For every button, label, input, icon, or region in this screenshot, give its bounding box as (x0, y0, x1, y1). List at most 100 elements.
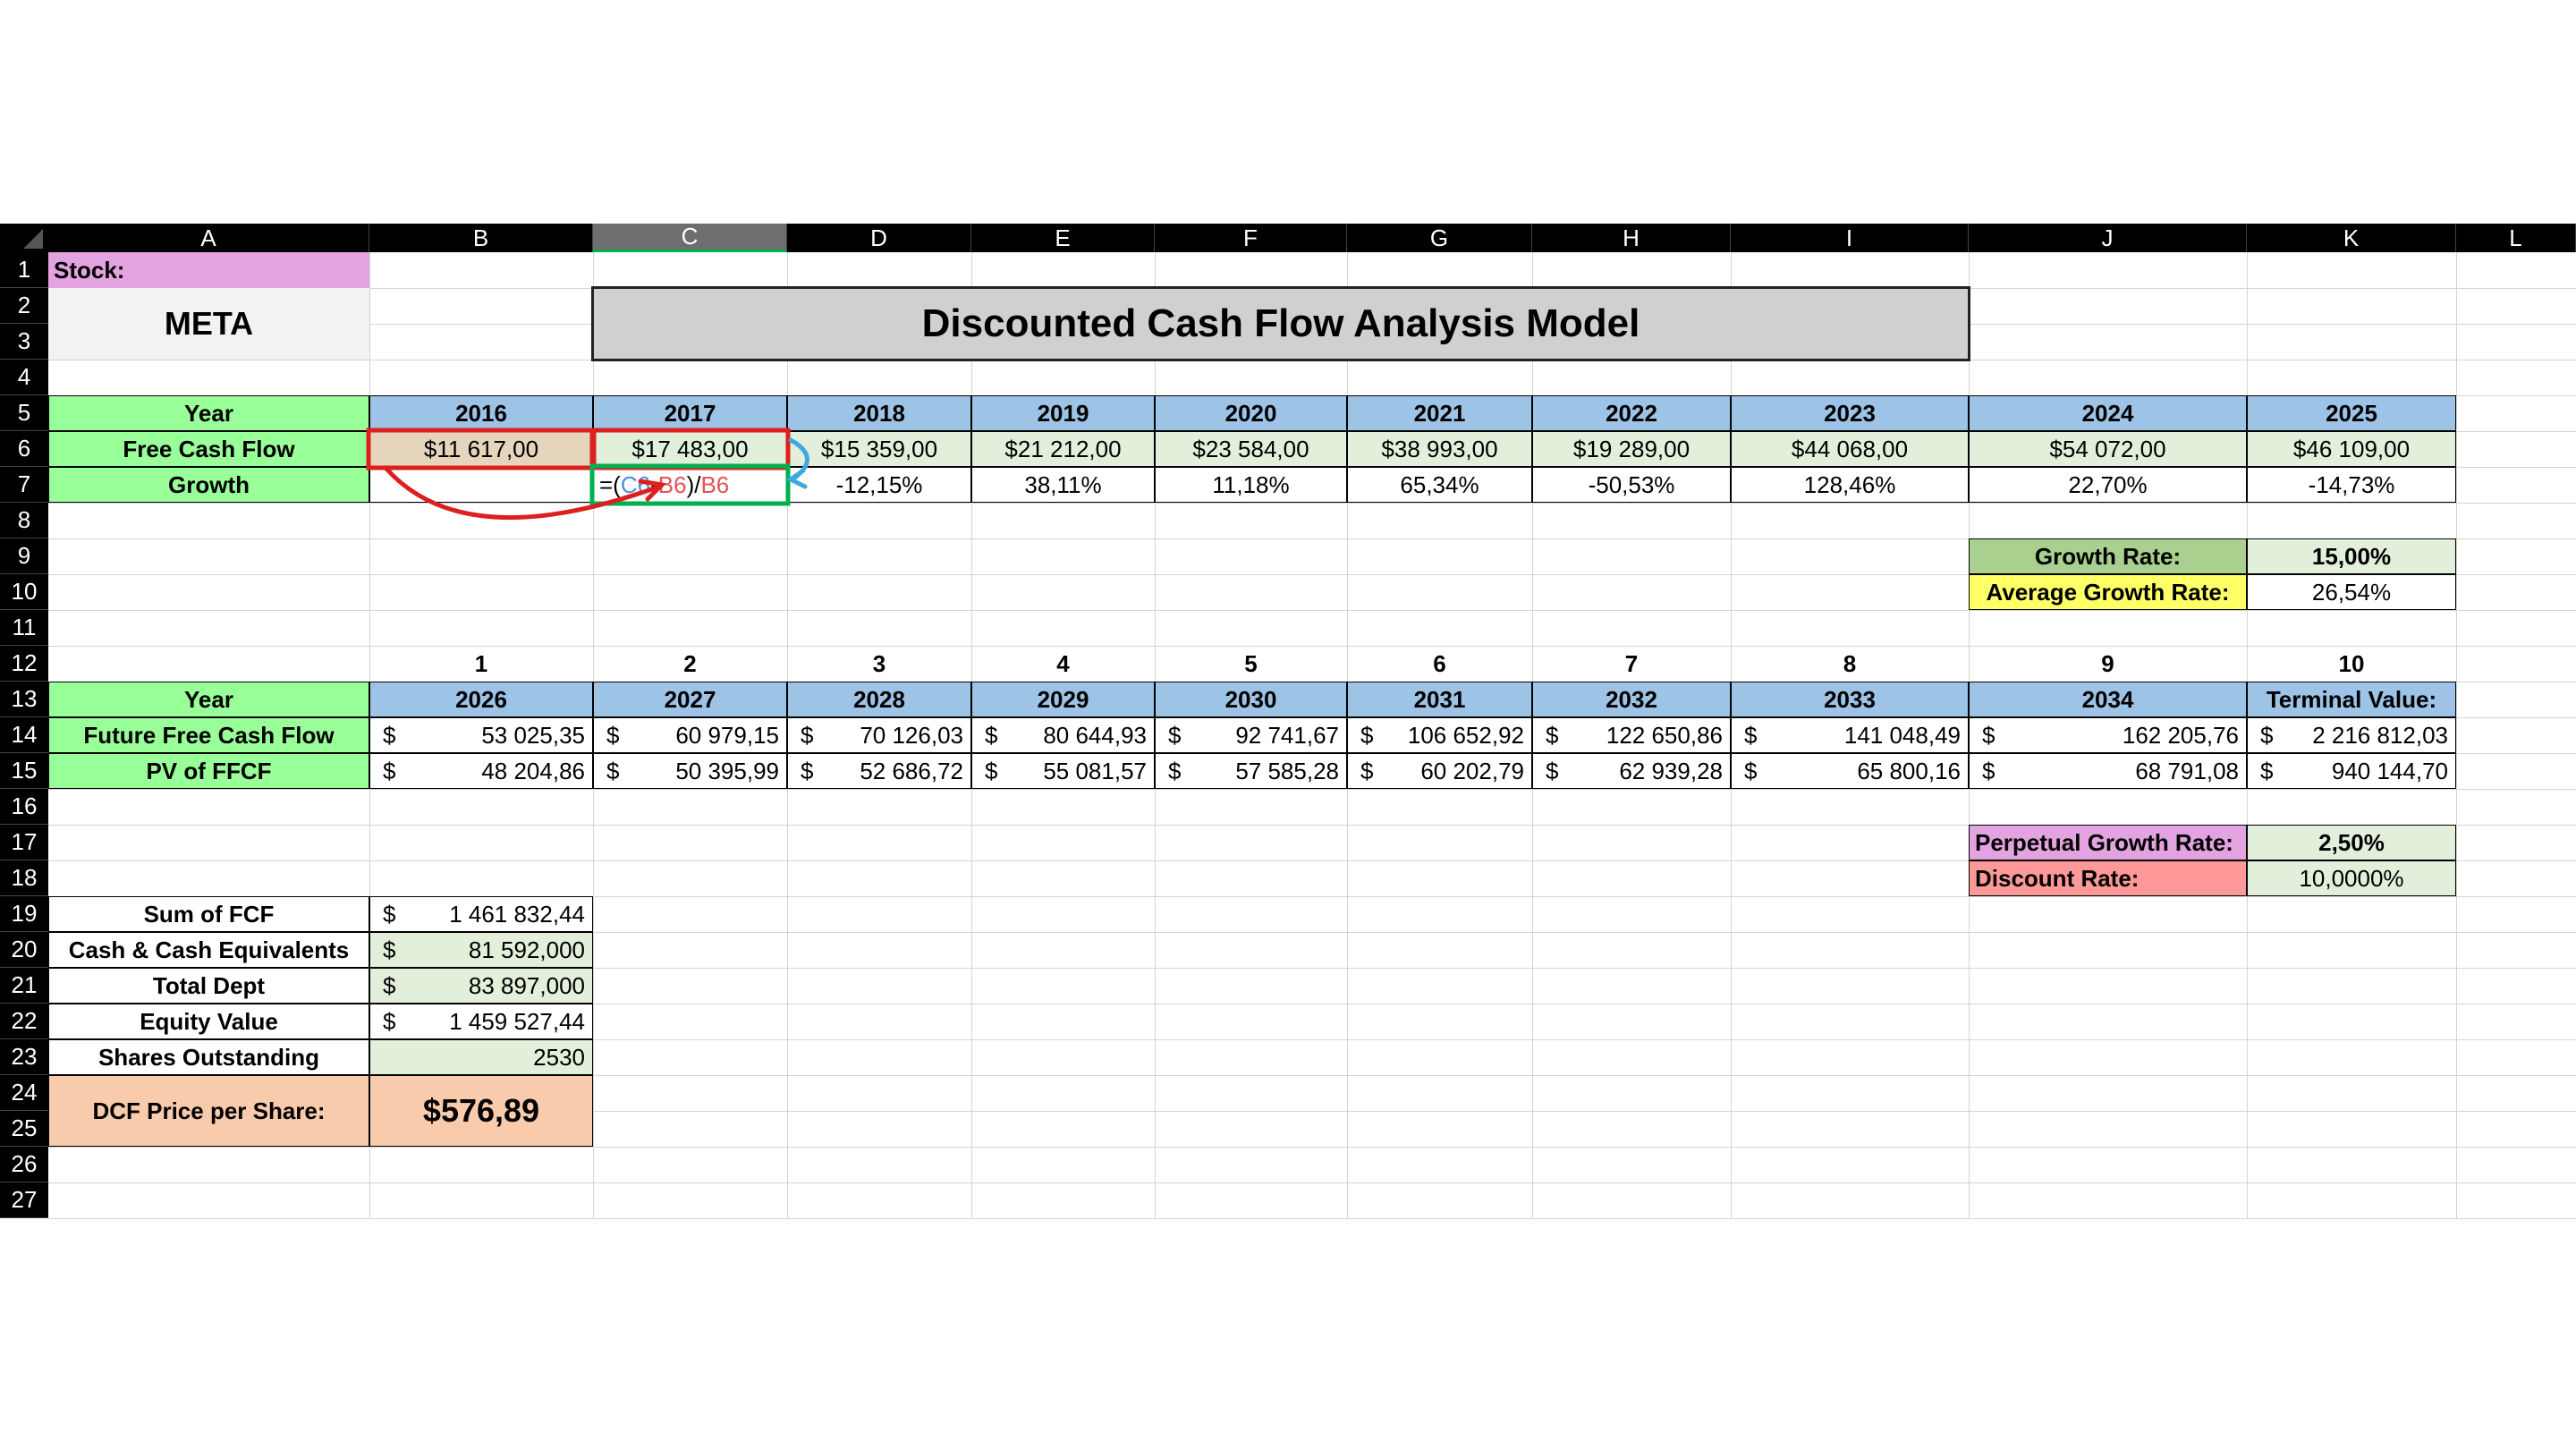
row-header-11[interactable]: 11 (0, 610, 48, 646)
row-header-26[interactable]: 26 (0, 1147, 48, 1182)
period-8[interactable]: 8 (1731, 646, 1969, 682)
pv-value-6[interactable]: 60 202,79 $ (1347, 753, 1532, 789)
summary-label-1[interactable]: Sum of FCF (48, 896, 369, 932)
ffcf-value-6[interactable]: 106 652,92 $ (1347, 717, 1532, 753)
projection-year-10[interactable]: Terminal Value: (2247, 682, 2456, 717)
period-10[interactable]: 10 (2247, 646, 2456, 682)
history-fcf-2024[interactable]: $54 072,00 (1969, 431, 2247, 467)
history-year-2021[interactable]: 2021 (1347, 395, 1532, 431)
history-growth-2016[interactable] (369, 467, 593, 503)
period-2[interactable]: 2 (593, 646, 787, 682)
column-header-a[interactable]: A (48, 224, 369, 252)
discount-rate-label[interactable]: Discount Rate: (1969, 860, 2247, 896)
growth-rate-label[interactable]: Growth Rate: (1969, 538, 2247, 574)
summary-value-1[interactable]: 1 461 832,44 $ (369, 896, 593, 932)
column-header-c[interactable]: C (593, 223, 787, 252)
history-fcf-2019[interactable]: $21 212,00 (971, 431, 1155, 467)
column-header-i[interactable]: I (1731, 224, 1969, 252)
projection-year-8[interactable]: 2033 (1731, 682, 1969, 717)
summary-value-4[interactable]: 1 459 527,44 $ (369, 1004, 593, 1039)
select-all-corner[interactable] (0, 224, 48, 252)
pv-value-1[interactable]: 48 204,86 $ (369, 753, 593, 789)
period-7[interactable]: 7 (1532, 646, 1731, 682)
ffcf-value-9[interactable]: 162 205,76 $ (1969, 717, 2247, 753)
column-header-b[interactable]: B (369, 224, 593, 252)
period-4[interactable]: 4 (971, 646, 1155, 682)
history-growth-2021[interactable]: 65,34% (1347, 467, 1532, 503)
column-header-j[interactable]: J (1969, 224, 2247, 252)
history-growth-2020[interactable]: 11,18% (1155, 467, 1347, 503)
history-growth-label[interactable]: Growth (48, 467, 369, 503)
history-fcf-2025[interactable]: $46 109,00 (2247, 431, 2456, 467)
row-header-23[interactable]: 23 (0, 1039, 48, 1075)
history-growth-2022[interactable]: -50,53% (1532, 467, 1731, 503)
history-year-2018[interactable]: 2018 (787, 395, 971, 431)
ffcf-value-5[interactable]: 92 741,67 $ (1155, 717, 1347, 753)
projection-year-6[interactable]: 2031 (1347, 682, 1532, 717)
row-header-18[interactable]: 18 (0, 860, 48, 896)
model-title[interactable]: Discounted Cash Flow Analysis Model (591, 286, 1970, 361)
pv-value-5[interactable]: 57 585,28 $ (1155, 753, 1347, 789)
pv-value-3[interactable]: 52 686,72 $ (787, 753, 971, 789)
column-header-g[interactable]: G (1347, 224, 1532, 252)
pv-value-8[interactable]: 65 800,16 $ (1731, 753, 1969, 789)
discount-rate-value[interactable]: 10,0000% (2247, 860, 2456, 896)
dcf-price-value[interactable]: $576,89 (369, 1075, 593, 1147)
summary-label-4[interactable]: Equity Value (48, 1004, 369, 1039)
period-5[interactable]: 5 (1155, 646, 1347, 682)
history-growth-2023[interactable]: 128,46% (1731, 467, 1969, 503)
history-year-2017[interactable]: 2017 (593, 395, 787, 431)
ffcf-value-4[interactable]: 80 644,93 $ (971, 717, 1155, 753)
row-header-24[interactable]: 24 (0, 1075, 48, 1111)
dcf-price-label[interactable]: DCF Price per Share: (48, 1075, 369, 1147)
row-header-3[interactable]: 3 (0, 324, 48, 360)
history-fcf-2018[interactable]: $15 359,00 (787, 431, 971, 467)
history-year-2022[interactable]: 2022 (1532, 395, 1731, 431)
history-year-2020[interactable]: 2020 (1155, 395, 1347, 431)
row-header-7[interactable]: 7 (0, 467, 48, 503)
period-3[interactable]: 3 (787, 646, 971, 682)
row-header-5[interactable]: 5 (0, 395, 48, 431)
history-fcf-2020[interactable]: $23 584,00 (1155, 431, 1347, 467)
summary-label-5[interactable]: Shares Outstanding (48, 1039, 369, 1075)
row-header-8[interactable]: 8 (0, 503, 48, 538)
projection-year-3[interactable]: 2028 (787, 682, 971, 717)
period-9[interactable]: 9 (1969, 646, 2247, 682)
column-header-l[interactable]: L (2456, 224, 2576, 252)
column-header-h[interactable]: H (1532, 224, 1731, 252)
projection-year-2[interactable]: 2027 (593, 682, 787, 717)
row-header-4[interactable]: 4 (0, 360, 48, 395)
row-header-2[interactable]: 2 (0, 288, 48, 324)
column-header-e[interactable]: E (971, 224, 1155, 252)
ffcf-value-7[interactable]: 122 650,86 $ (1532, 717, 1731, 753)
row-header-27[interactable]: 27 (0, 1182, 48, 1218)
ffcf-value-2[interactable]: 60 979,15 $ (593, 717, 787, 753)
row-header-13[interactable]: 13 (0, 682, 48, 717)
pv-value-7[interactable]: 62 939,28 $ (1532, 753, 1731, 789)
summary-value-2[interactable]: 81 592,000 $ (369, 932, 593, 968)
growth-rate-value[interactable]: 15,00% (2247, 538, 2456, 574)
row-header-1[interactable]: 1 (0, 252, 48, 288)
projection-year-9[interactable]: 2034 (1969, 682, 2247, 717)
projection-year-4[interactable]: 2029 (971, 682, 1155, 717)
growth-formula-cell[interactable]: =(C6- B6)/B6 (593, 467, 787, 503)
avg-growth-value[interactable]: 26,54% (2247, 574, 2456, 610)
perpetual-growth-value[interactable]: 2,50% (2247, 825, 2456, 860)
row-header-20[interactable]: 20 (0, 932, 48, 968)
ffcf-label[interactable]: Future Free Cash Flow (48, 717, 369, 753)
pv-value-2[interactable]: 50 395,99 $ (593, 753, 787, 789)
row-header-15[interactable]: 15 (0, 753, 48, 789)
history-growth-2025[interactable]: -14,73% (2247, 467, 2456, 503)
ffcf-value-8[interactable]: 141 048,49 $ (1731, 717, 1969, 753)
stock-label[interactable]: Stock: (48, 252, 369, 288)
projection-year-1[interactable]: 2026 (369, 682, 593, 717)
pv-label[interactable]: PV of FFCF (48, 753, 369, 789)
history-fcf-2021[interactable]: $38 993,00 (1347, 431, 1532, 467)
row-header-21[interactable]: 21 (0, 968, 48, 1004)
row-header-22[interactable]: 22 (0, 1004, 48, 1039)
summary-label-2[interactable]: Cash & Cash Equivalents (48, 932, 369, 968)
ffcf-value-3[interactable]: 70 126,03 $ (787, 717, 971, 753)
row-header-12[interactable]: 12 (0, 646, 48, 682)
history-fcf-2016[interactable]: $11 617,00 (369, 431, 593, 467)
row-header-9[interactable]: 9 (0, 538, 48, 574)
